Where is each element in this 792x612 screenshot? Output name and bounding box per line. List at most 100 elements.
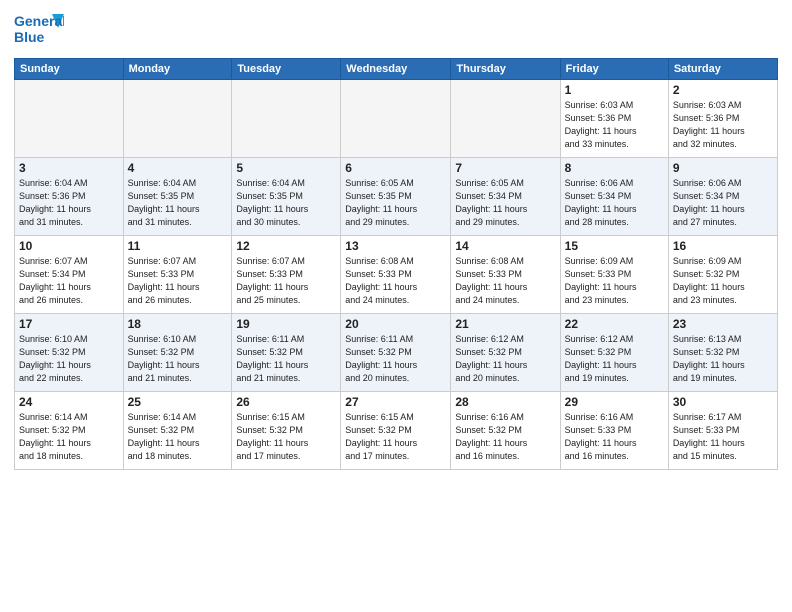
day-number: 13: [345, 239, 446, 253]
day-number: 28: [455, 395, 555, 409]
day-info: Sunrise: 6:03 AM Sunset: 5:36 PM Dayligh…: [565, 99, 664, 151]
day-info: Sunrise: 6:08 AM Sunset: 5:33 PM Dayligh…: [455, 255, 555, 307]
logo: GeneralBlue: [14, 10, 64, 50]
calendar-cell: 2 Sunrise: 6:03 AM Sunset: 5:36 PM Daylig…: [668, 80, 777, 158]
day-number: 18: [128, 317, 228, 331]
calendar-cell: 6 Sunrise: 6:05 AM Sunset: 5:35 PM Daylig…: [341, 158, 451, 236]
calendar-cell: 15Sunrise: 6:09 AM Sunset: 5:33 PM Dayli…: [560, 236, 668, 314]
day-number: 27: [345, 395, 446, 409]
day-info: Sunrise: 6:04 AM Sunset: 5:36 PM Dayligh…: [19, 177, 119, 229]
day-number: 16: [673, 239, 773, 253]
calendar-cell: 18Sunrise: 6:10 AM Sunset: 5:32 PM Dayli…: [123, 314, 232, 392]
calendar: SundayMondayTuesdayWednesdayThursdayFrid…: [14, 58, 778, 470]
day-info: Sunrise: 6:11 AM Sunset: 5:32 PM Dayligh…: [236, 333, 336, 385]
day-info: Sunrise: 6:09 AM Sunset: 5:33 PM Dayligh…: [565, 255, 664, 307]
calendar-cell: 22 Sunrise: 6:12 AM Sunset: 5:32 PM Dayli…: [560, 314, 668, 392]
day-number: 25: [128, 395, 228, 409]
day-number: 10: [19, 239, 119, 253]
day-number: 19: [236, 317, 336, 331]
day-info: Sunrise: 6:07 AM Sunset: 5:34 PM Dayligh…: [19, 255, 119, 307]
calendar-cell: 17Sunrise: 6:10 AM Sunset: 5:32 PM Dayli…: [15, 314, 124, 392]
day-number: 7: [455, 161, 555, 175]
calendar-week-row: 24 Sunrise: 6:14 AM Sunset: 5:32 PM Dayli…: [15, 392, 778, 470]
svg-text:Blue: Blue: [14, 29, 45, 45]
day-info: Sunrise: 6:16 AM Sunset: 5:33 PM Dayligh…: [565, 411, 664, 463]
calendar-cell: 5 Sunrise: 6:04 AM Sunset: 5:35 PM Daylig…: [232, 158, 341, 236]
calendar-cell: 23Sunrise: 6:13 AM Sunset: 5:32 PM Dayli…: [668, 314, 777, 392]
day-number: 2: [673, 83, 773, 97]
day-number: 5: [236, 161, 336, 175]
calendar-cell: 10 Sunrise: 6:07 AM Sunset: 5:34 PM Dayli…: [15, 236, 124, 314]
calendar-cell: 11 Sunrise: 6:07 AM Sunset: 5:33 PM Dayli…: [123, 236, 232, 314]
calendar-cell: 9 Sunrise: 6:06 AM Sunset: 5:34 PM Daylig…: [668, 158, 777, 236]
day-info: Sunrise: 6:04 AM Sunset: 5:35 PM Dayligh…: [128, 177, 228, 229]
day-info: Sunrise: 6:07 AM Sunset: 5:33 PM Dayligh…: [128, 255, 228, 307]
day-number: 9: [673, 161, 773, 175]
day-info: Sunrise: 6:14 AM Sunset: 5:32 PM Dayligh…: [128, 411, 228, 463]
weekday-header-row: SundayMondayTuesdayWednesdayThursdayFrid…: [15, 59, 778, 80]
calendar-week-row: 3 Sunrise: 6:04 AM Sunset: 5:36 PM Daylig…: [15, 158, 778, 236]
day-info: Sunrise: 6:03 AM Sunset: 5:36 PM Dayligh…: [673, 99, 773, 151]
calendar-cell: [123, 80, 232, 158]
day-number: 24: [19, 395, 119, 409]
calendar-cell: 28Sunrise: 6:16 AM Sunset: 5:32 PM Dayli…: [451, 392, 560, 470]
day-info: Sunrise: 6:06 AM Sunset: 5:34 PM Dayligh…: [565, 177, 664, 229]
calendar-cell: [341, 80, 451, 158]
day-number: 6: [345, 161, 446, 175]
day-number: 29: [565, 395, 664, 409]
day-info: Sunrise: 6:04 AM Sunset: 5:35 PM Dayligh…: [236, 177, 336, 229]
day-info: Sunrise: 6:05 AM Sunset: 5:35 PM Dayligh…: [345, 177, 446, 229]
weekday-header: Monday: [123, 59, 232, 80]
day-number: 3: [19, 161, 119, 175]
calendar-cell: 1 Sunrise: 6:03 AM Sunset: 5:36 PM Daylig…: [560, 80, 668, 158]
calendar-cell: 26Sunrise: 6:15 AM Sunset: 5:32 PM Dayli…: [232, 392, 341, 470]
day-info: Sunrise: 6:08 AM Sunset: 5:33 PM Dayligh…: [345, 255, 446, 307]
day-number: 30: [673, 395, 773, 409]
calendar-week-row: 10 Sunrise: 6:07 AM Sunset: 5:34 PM Dayli…: [15, 236, 778, 314]
weekday-header: Saturday: [668, 59, 777, 80]
day-number: 17: [19, 317, 119, 331]
calendar-cell: 21Sunrise: 6:12 AM Sunset: 5:32 PM Dayli…: [451, 314, 560, 392]
day-number: 23: [673, 317, 773, 331]
calendar-cell: 4Sunrise: 6:04 AM Sunset: 5:35 PM Daylig…: [123, 158, 232, 236]
header: GeneralBlue: [14, 10, 778, 50]
day-info: Sunrise: 6:11 AM Sunset: 5:32 PM Dayligh…: [345, 333, 446, 385]
calendar-cell: 8 Sunrise: 6:06 AM Sunset: 5:34 PM Daylig…: [560, 158, 668, 236]
calendar-cell: 14 Sunrise: 6:08 AM Sunset: 5:33 PM Dayli…: [451, 236, 560, 314]
calendar-week-row: 17Sunrise: 6:10 AM Sunset: 5:32 PM Dayli…: [15, 314, 778, 392]
day-number: 11: [128, 239, 228, 253]
weekday-header: Friday: [560, 59, 668, 80]
day-number: 14: [455, 239, 555, 253]
day-info: Sunrise: 6:15 AM Sunset: 5:32 PM Dayligh…: [345, 411, 446, 463]
day-info: Sunrise: 6:05 AM Sunset: 5:34 PM Dayligh…: [455, 177, 555, 229]
calendar-cell: 12 Sunrise: 6:07 AM Sunset: 5:33 PM Dayli…: [232, 236, 341, 314]
calendar-cell: 30Sunrise: 6:17 AM Sunset: 5:33 PM Dayli…: [668, 392, 777, 470]
day-info: Sunrise: 6:09 AM Sunset: 5:32 PM Dayligh…: [673, 255, 773, 307]
calendar-week-row: 1 Sunrise: 6:03 AM Sunset: 5:36 PM Daylig…: [15, 80, 778, 158]
day-info: Sunrise: 6:12 AM Sunset: 5:32 PM Dayligh…: [455, 333, 555, 385]
calendar-cell: 19 Sunrise: 6:11 AM Sunset: 5:32 PM Dayli…: [232, 314, 341, 392]
day-number: 22: [565, 317, 664, 331]
calendar-cell: [15, 80, 124, 158]
day-info: Sunrise: 6:06 AM Sunset: 5:34 PM Dayligh…: [673, 177, 773, 229]
svg-text:General: General: [14, 13, 64, 29]
calendar-cell: 3 Sunrise: 6:04 AM Sunset: 5:36 PM Daylig…: [15, 158, 124, 236]
day-info: Sunrise: 6:15 AM Sunset: 5:32 PM Dayligh…: [236, 411, 336, 463]
day-number: 12: [236, 239, 336, 253]
weekday-header: Wednesday: [341, 59, 451, 80]
day-info: Sunrise: 6:12 AM Sunset: 5:32 PM Dayligh…: [565, 333, 664, 385]
day-number: 1: [565, 83, 664, 97]
calendar-cell: 29 Sunrise: 6:16 AM Sunset: 5:33 PM Dayli…: [560, 392, 668, 470]
calendar-cell: 16 Sunrise: 6:09 AM Sunset: 5:32 PM Dayli…: [668, 236, 777, 314]
calendar-cell: [451, 80, 560, 158]
calendar-cell: 27 Sunrise: 6:15 AM Sunset: 5:32 PM Dayli…: [341, 392, 451, 470]
day-info: Sunrise: 6:14 AM Sunset: 5:32 PM Dayligh…: [19, 411, 119, 463]
weekday-header: Sunday: [15, 59, 124, 80]
day-number: 8: [565, 161, 664, 175]
weekday-header: Tuesday: [232, 59, 341, 80]
calendar-cell: 13 Sunrise: 6:08 AM Sunset: 5:33 PM Dayli…: [341, 236, 451, 314]
calendar-cell: 25 Sunrise: 6:14 AM Sunset: 5:32 PM Dayli…: [123, 392, 232, 470]
day-info: Sunrise: 6:07 AM Sunset: 5:33 PM Dayligh…: [236, 255, 336, 307]
calendar-cell: 20Sunrise: 6:11 AM Sunset: 5:32 PM Dayli…: [341, 314, 451, 392]
weekday-header: Thursday: [451, 59, 560, 80]
